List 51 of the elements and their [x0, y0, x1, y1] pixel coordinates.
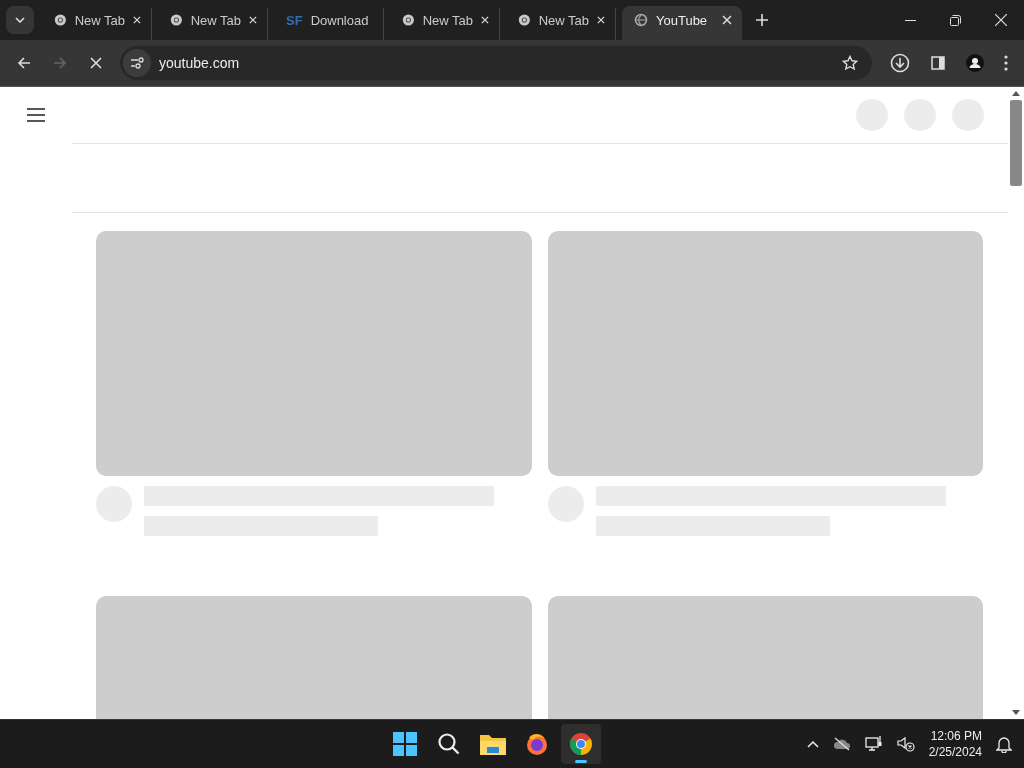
restore-icon[interactable] — [950, 14, 961, 26]
fox-globe-icon — [525, 732, 550, 756]
tab-title: New Tab — [190, 12, 242, 28]
windows-icon — [393, 732, 418, 756]
star-icon[interactable] — [842, 55, 858, 71]
sliders-icon — [130, 57, 144, 69]
scroll-up-icon[interactable] — [1012, 91, 1020, 96]
scrollbar-thumb[interactable] — [1010, 100, 1022, 186]
chevron-up-icon[interactable] — [806, 740, 819, 748]
search-icon — [437, 732, 462, 756]
menu-icon[interactable] — [26, 108, 46, 122]
close-icon[interactable] — [722, 15, 732, 25]
back-icon[interactable] — [16, 55, 32, 71]
cloud-off-icon[interactable] — [832, 737, 851, 751]
address-bar[interactable]: youtube.com — [120, 46, 872, 80]
clock-time[interactable]: 12:06 PM — [930, 728, 982, 744]
globe-icon — [634, 13, 648, 27]
close-icon[interactable] — [481, 15, 489, 25]
close-icon[interactable] — [995, 14, 1007, 26]
scroll-down-icon[interactable] — [1012, 710, 1020, 715]
chrome-icon — [518, 12, 531, 28]
sf-logo: SF — [286, 12, 303, 28]
chrome-icon — [569, 732, 594, 756]
site-info-button[interactable] — [123, 49, 151, 77]
clock-date[interactable]: 2/25/2024 — [928, 744, 982, 760]
new-tab-icon[interactable] — [756, 14, 768, 26]
stop-icon[interactable] — [88, 55, 104, 71]
tab-title: New Tab — [74, 12, 126, 28]
url-text: youtube.com — [159, 55, 241, 71]
tab-title: New Tab — [422, 12, 474, 28]
browser-tab[interactable]: YouTube — [622, 6, 742, 40]
bell-icon[interactable] — [996, 735, 1012, 753]
speaker-muted-icon[interactable] — [896, 736, 915, 752]
side-panel-icon[interactable] — [930, 55, 946, 71]
close-icon[interactable] — [249, 15, 257, 25]
chrome-icon — [170, 12, 183, 28]
folder-icon — [480, 733, 507, 755]
tab-search-button[interactable] — [6, 6, 34, 34]
chrome-icon — [402, 12, 415, 28]
network-icon[interactable] — [864, 736, 883, 752]
menu-icon[interactable] — [1004, 55, 1008, 71]
tab-title: YouTube — [656, 12, 709, 28]
caret-icon — [15, 17, 25, 23]
tab-title: New Tab — [538, 12, 590, 28]
close-icon[interactable] — [597, 15, 605, 25]
profile-icon[interactable] — [966, 54, 984, 72]
close-icon[interactable] — [133, 15, 141, 25]
tab-title: Download — [310, 12, 369, 28]
chrome-icon — [54, 12, 67, 28]
taskbar-app[interactable] — [561, 724, 602, 764]
download-icon[interactable] — [890, 53, 910, 73]
